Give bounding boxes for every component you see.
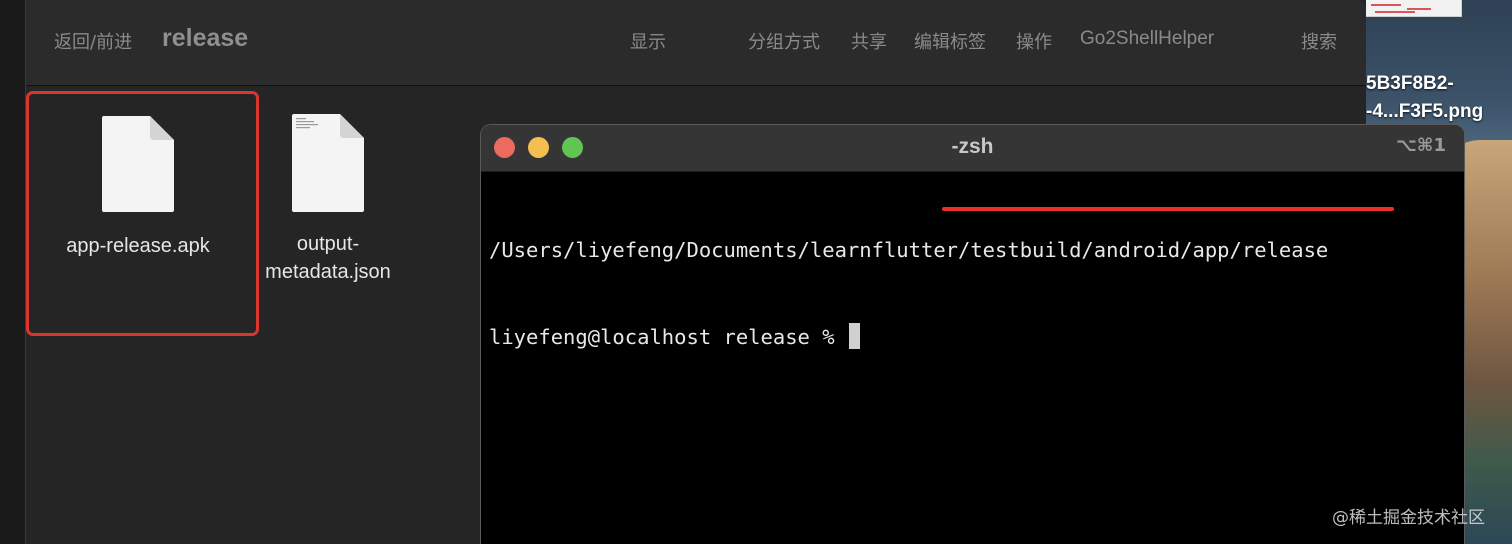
desktop-file-label[interactable]: 5B3F8B2- xyxy=(1366,73,1454,95)
share-button[interactable]: 共享 xyxy=(851,28,887,54)
file-name-line2: metadata.json xyxy=(265,261,391,283)
path-annotation-underline xyxy=(942,207,1394,211)
desktop-image-thumbnail[interactable] xyxy=(1362,0,1462,17)
window-shortcut: ⌥⌘1 xyxy=(1396,135,1446,156)
terminal-prompt: liyefeng@localhost release % xyxy=(489,325,847,349)
actions-button[interactable]: 操作 xyxy=(1016,28,1052,54)
back-forward-button[interactable]: 返回/前进 xyxy=(54,28,132,54)
terminal-line-path: /Users/liyefeng/Documents/learnflutter/t… xyxy=(489,238,1329,262)
file-name: app-release.apk xyxy=(66,235,210,257)
file-name: output- metadata.json xyxy=(228,230,428,286)
file-name-line1: output- xyxy=(296,233,360,255)
file-item-apk[interactable]: app-release.apk xyxy=(38,114,238,260)
watermark: @稀土掘金技术社区 xyxy=(1332,508,1485,528)
document-icon xyxy=(290,112,366,212)
search-button[interactable]: 搜索 xyxy=(1301,28,1337,54)
desktop-file-label-line2[interactable]: -4...F3F5.png xyxy=(1366,101,1483,123)
go2shell-button[interactable]: Go2ShellHelper xyxy=(1080,28,1214,50)
document-icon xyxy=(100,114,176,214)
background-window-edge xyxy=(0,0,25,544)
file-item-json[interactable]: output- metadata.json xyxy=(228,112,428,286)
view-options-button[interactable]: 显示 xyxy=(630,28,666,54)
finder-toolbar: 返回/前进 release 显示 分组方式 共享 编辑标签 操作 Go2Shel… xyxy=(26,0,1366,86)
terminal-prompt-line: liyefeng@localhost release % xyxy=(489,323,1464,352)
screen: 5B3F8B2- -4...F3F5.png 返回/前进 release 显示 … xyxy=(0,0,1512,544)
text-cursor xyxy=(848,323,860,349)
terminal-titlebar[interactable]: -zsh ⌥⌘1 xyxy=(481,125,1464,172)
terminal-window: -zsh ⌥⌘1 /Users/liyefeng/Documents/learn… xyxy=(480,124,1465,544)
folder-title: release xyxy=(162,24,249,52)
group-by-button[interactable]: 分组方式 xyxy=(748,28,820,54)
terminal-title: -zsh xyxy=(951,135,994,158)
edit-tags-button[interactable]: 编辑标签 xyxy=(914,28,986,54)
